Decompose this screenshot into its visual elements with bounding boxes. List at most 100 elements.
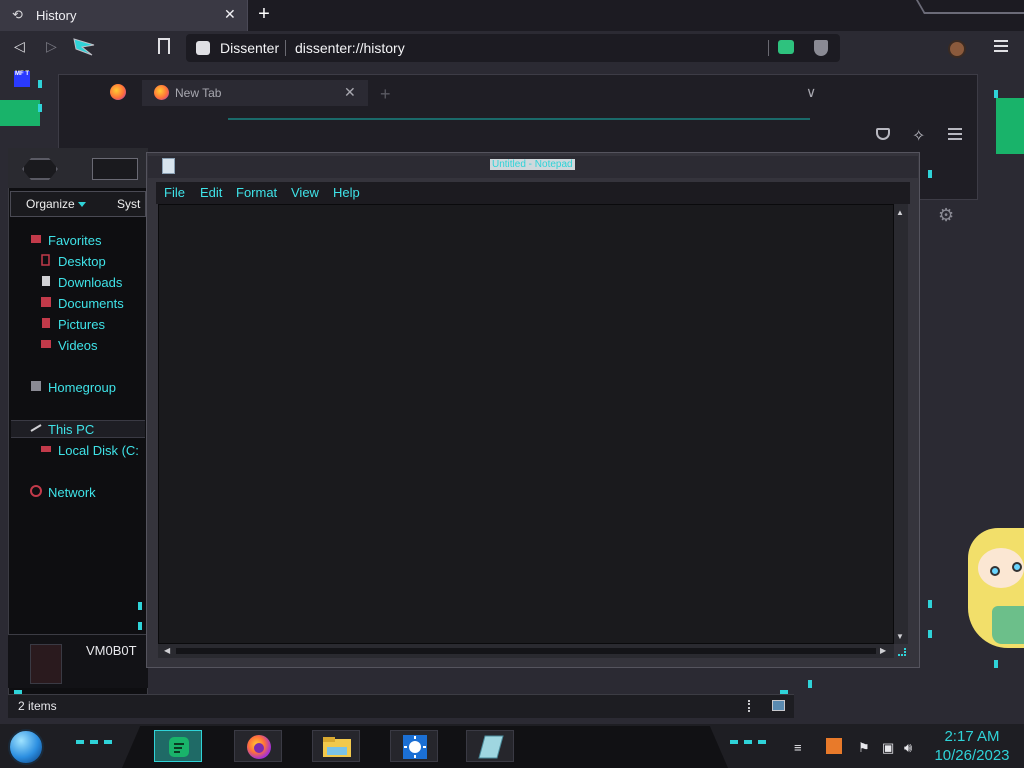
bookmark-icon[interactable]: [158, 38, 170, 54]
sidebar-item-this-pc[interactable]: This PC: [48, 422, 94, 437]
tab-label: New Tab: [175, 86, 222, 100]
firefox-icon[interactable]: [110, 84, 126, 100]
show-hidden-icons-icon[interactable]: ≡: [794, 740, 802, 755]
tab-history[interactable]: ⟲ History ✕: [0, 0, 248, 31]
start-button[interactable]: [8, 729, 44, 765]
taskbar-file-explorer[interactable]: [312, 730, 360, 762]
flag-icon[interactable]: ⚑: [858, 740, 870, 756]
resize-grip-icon[interactable]: [898, 648, 906, 656]
taskbar-brightness[interactable]: [390, 730, 438, 762]
network-icon[interactable]: ▣: [882, 740, 894, 756]
system-properties-button[interactable]: Syst: [117, 197, 140, 211]
homegroup-icon: [31, 381, 41, 391]
window-title: Untitled - Notepad: [490, 159, 575, 170]
sidebar-item-documents[interactable]: Documents: [58, 296, 124, 311]
url-site-name: Dissenter: [220, 40, 280, 56]
decorative-chevron: [38, 80, 42, 88]
videos-icon: [41, 340, 51, 348]
volume-icon[interactable]: 🔊︎: [904, 740, 912, 756]
dissenter-logo-icon[interactable]: [72, 35, 98, 59]
sidebar-item-favorites[interactable]: Favorites: [48, 233, 101, 248]
hamburger-menu-icon[interactable]: [994, 40, 1008, 55]
text-editor-area[interactable]: [158, 204, 894, 644]
chevron-down-icon[interactable]: [78, 202, 86, 207]
vertical-scrollbar[interactable]: [894, 204, 908, 644]
sidebar-item-network[interactable]: Network: [48, 485, 96, 500]
url-text[interactable]: dissenter://history: [295, 40, 405, 56]
computer-name: VM0B0T: [86, 643, 137, 658]
decorative-chevron: [994, 660, 998, 668]
large-icons-view-icon[interactable]: [772, 700, 785, 711]
focus-indicator: [228, 118, 810, 120]
tray-app-icon[interactable]: [826, 738, 842, 754]
sidebar-item-downloads[interactable]: Downloads: [58, 275, 122, 290]
menu-edit[interactable]: Edit: [200, 185, 222, 200]
decorative-chevron: [928, 170, 932, 178]
desktop-icon: [41, 254, 50, 266]
computer-icon: [30, 424, 42, 432]
clock-date[interactable]: 10/26/2023: [930, 747, 1014, 764]
close-tab-icon[interactable]: ✕: [224, 6, 236, 23]
menu-format[interactable]: Format: [236, 185, 277, 200]
notepad-icon[interactable]: [162, 158, 175, 174]
chevron-down-icon[interactable]: ∨: [806, 84, 816, 101]
dissent-comment-icon[interactable]: [778, 40, 794, 54]
sidebar-item-pictures[interactable]: Pictures: [58, 317, 105, 332]
explorer-address-bar[interactable]: [92, 158, 138, 180]
hamburger-menu-icon[interactable]: [948, 128, 962, 143]
url-separator: [768, 40, 769, 56]
computer-thumbnail-icon: [30, 644, 62, 684]
desktop-accent: [0, 100, 40, 126]
taskbar-dissenter[interactable]: [154, 730, 202, 762]
pictures-icon: [42, 318, 50, 328]
documents-icon: [41, 297, 51, 307]
firefox-tab-new-tab[interactable]: New Tab ✕: [142, 80, 368, 106]
url-separator: [285, 40, 286, 56]
sidebar-item-homegroup[interactable]: Homegroup: [48, 380, 116, 395]
back-icon[interactable]: ◁: [14, 38, 25, 55]
scroll-left-icon[interactable]: ◀: [164, 646, 170, 655]
history-icon: ⟲: [12, 7, 23, 22]
item-count: 2 items: [18, 699, 57, 713]
decorative-chevron: [730, 740, 738, 744]
file-explorer-icon: [323, 737, 351, 757]
decorative-chevron: [928, 630, 932, 638]
menu-help[interactable]: Help: [333, 185, 360, 200]
sidebar-item-local-disk[interactable]: Local Disk (C:: [58, 443, 139, 458]
firefox-icon: [247, 735, 271, 759]
scroll-track[interactable]: [176, 648, 876, 654]
scroll-up-icon[interactable]: ▲: [896, 208, 904, 217]
new-tab-button[interactable]: +: [253, 4, 275, 26]
new-tab-button[interactable]: +: [380, 84, 391, 105]
extensions-icon[interactable]: ✧: [912, 126, 925, 146]
scroll-right-icon[interactable]: ▶: [880, 646, 886, 655]
decorative-chevron: [994, 90, 998, 98]
forward-icon[interactable]: ▷: [46, 38, 57, 55]
decorative-chevron: [76, 740, 84, 744]
details-view-icon[interactable]: [748, 700, 752, 712]
sidebar-item-desktop[interactable]: Desktop: [58, 254, 106, 269]
menu-file[interactable]: File: [164, 185, 185, 200]
close-tab-icon[interactable]: ✕: [344, 84, 356, 101]
decorative-chevron: [104, 740, 112, 744]
downloads-icon: [42, 276, 50, 286]
taskbar-notepad[interactable]: [466, 730, 514, 762]
shield-icon[interactable]: [814, 40, 828, 56]
decorative-frame: [915, 0, 1024, 14]
avatar[interactable]: [948, 40, 966, 58]
clock-time[interactable]: 2:17 AM: [940, 728, 1004, 745]
organize-button[interactable]: Organize: [26, 197, 75, 211]
site-info-icon[interactable]: [196, 41, 210, 55]
decorative-chevron: [38, 104, 42, 112]
menu-view[interactable]: View: [291, 185, 319, 200]
gear-icon[interactable]: ⚙: [938, 205, 954, 226]
decorative-chevron: [138, 602, 142, 610]
taskbar-firefox[interactable]: [234, 730, 282, 762]
favorites-icon: [31, 235, 41, 243]
decorative-chevron: [90, 740, 98, 744]
desktop-accent: [996, 98, 1024, 154]
mft-app-icon[interactable]: MF T: [14, 71, 30, 87]
scroll-down-icon[interactable]: ▼: [896, 632, 904, 641]
network-icon: [30, 485, 42, 497]
sidebar-item-videos[interactable]: Videos: [58, 338, 98, 353]
